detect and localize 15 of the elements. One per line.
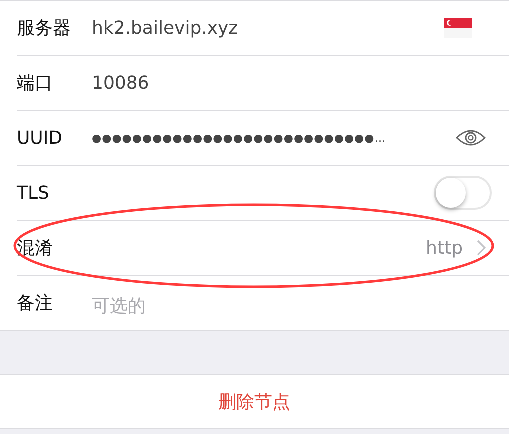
field-label: UUID	[17, 128, 64, 148]
chevron-icon	[477, 240, 486, 256]
obfuscation-select[interactable]: http	[426, 238, 463, 258]
field-label: 服务器	[17, 17, 72, 40]
tls-toggle[interactable]	[434, 176, 492, 210]
remark-input[interactable]: 可选的	[92, 290, 492, 316]
field-value: 10086	[92, 72, 150, 94]
field-value: hk2.bailevip.xyz	[92, 18, 240, 38]
flag-icon	[444, 18, 472, 38]
field-label: TLS	[17, 182, 50, 204]
field-label: 端口	[17, 72, 54, 95]
field-label: 备注	[17, 292, 54, 315]
eye-icon[interactable]	[456, 129, 486, 147]
field-label: 混淆	[17, 237, 54, 260]
masked-value: ●●●●●●●●●●●●●●●●●●●●●●●●●●●●…	[92, 132, 388, 144]
